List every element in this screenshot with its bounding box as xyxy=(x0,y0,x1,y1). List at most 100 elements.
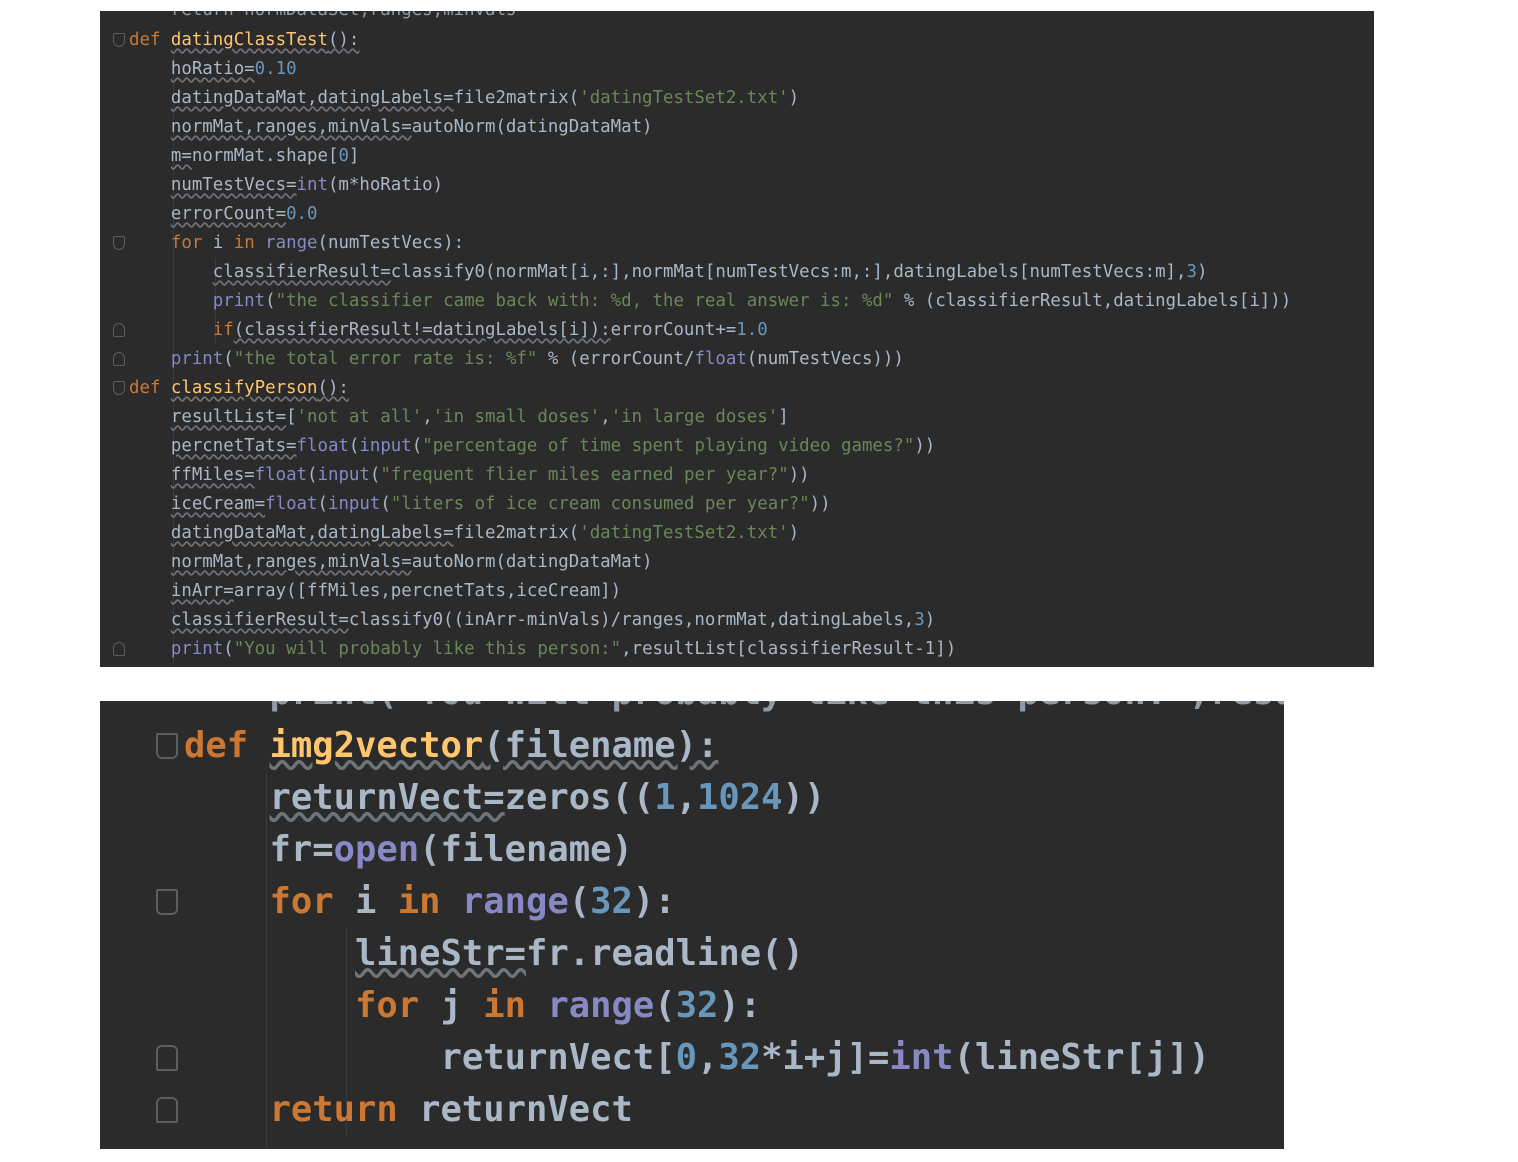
code-line[interactable]: print("You will probably like this perso… xyxy=(129,635,956,664)
code-token: ): xyxy=(718,985,762,1026)
code-line[interactable]: percnetTats=float(input("percentage of t… xyxy=(129,432,935,461)
code-token: (numTestVecs))) xyxy=(746,349,904,369)
code-line[interactable]: def img2vector(filename): xyxy=(184,720,718,772)
code-token: returnVect= xyxy=(269,777,505,818)
code-line[interactable]: errorCount=0.0 xyxy=(129,200,318,229)
code-token: lineStr= xyxy=(354,933,526,974)
code-line[interactable]: return returnVect xyxy=(184,1084,633,1136)
fold-close-icon[interactable] xyxy=(113,323,125,337)
code-token: (numTestVecs): xyxy=(317,233,465,253)
code-line[interactable]: if(classifierResult!=datingLabels[i]):er… xyxy=(129,316,768,345)
code-token: )) xyxy=(782,777,826,818)
code-line[interactable]: classifierResult=classify0(normMat[i,:],… xyxy=(129,258,1208,287)
code-token: classify0((inArr-minVals)/ranges,normMat… xyxy=(348,610,915,630)
fold-close-icon[interactable] xyxy=(156,1097,178,1123)
code-token: ] xyxy=(348,146,360,166)
fold-open-icon[interactable] xyxy=(156,733,178,759)
code-token: ,resultList[classifierResult-1]) xyxy=(621,639,957,659)
code-line[interactable]: for i in range(numTestVecs): xyxy=(129,229,464,258)
code-token: % (errorCount/ xyxy=(537,349,695,369)
code-token: classifyPerson xyxy=(170,378,318,398)
fold-close-icon[interactable] xyxy=(156,1045,178,1071)
fold-open-icon[interactable] xyxy=(113,381,125,395)
code-token: hoRatio= xyxy=(170,59,255,79)
code-token: ) xyxy=(924,610,936,630)
fold-open-icon[interactable] xyxy=(113,236,125,250)
code-line[interactable]: lineStr=fr.readline() xyxy=(184,928,804,980)
code-line[interactable]: returnVect[0,32*i+j]=int(lineStr[j]) xyxy=(184,1032,1209,1084)
code-line[interactable]: resultList=['not at all','in small doses… xyxy=(129,403,789,432)
code-token: "You will probably like this person:" xyxy=(233,639,622,659)
code-line[interactable]: returnVect=zeros((1,1024)) xyxy=(184,772,826,824)
code-line[interactable]: def classifyPerson(): xyxy=(129,374,349,403)
code-token: print xyxy=(170,349,224,369)
code-line[interactable]: for i in range(32): xyxy=(184,876,676,928)
code-token: (filename): xyxy=(483,725,719,766)
code-token: in xyxy=(397,881,462,922)
code-line[interactable]: iceCream=float(input("liters of ice crea… xyxy=(129,490,831,519)
code-editor-bottom[interactable]: print("You will probably like this perso… xyxy=(100,701,1284,1149)
code-token: (filename) xyxy=(419,829,633,870)
code-token: input xyxy=(327,494,381,514)
fold-open-icon[interactable] xyxy=(113,33,125,47)
fold-close-icon[interactable] xyxy=(113,642,125,656)
code-token: 3 xyxy=(1186,262,1197,282)
code-line[interactable]: classifierResult=classify0((inArr-minVal… xyxy=(129,606,935,635)
code-line[interactable]: print("the total error rate is: %f" % (e… xyxy=(129,345,904,374)
code-token: 3 xyxy=(914,610,925,630)
code-token: float xyxy=(296,436,349,456)
code-token: datingDataMat,datingLabels= xyxy=(170,523,454,543)
code-line[interactable]: def datingClassTest(): xyxy=(129,26,359,55)
code-token: for xyxy=(354,985,441,1026)
code-token: percnetTats= xyxy=(170,436,297,456)
code-editor-top[interactable]: return normDataSet,ranges,minVals def da… xyxy=(100,11,1374,667)
code-token: fr.readline() xyxy=(525,933,804,974)
code-line[interactable]: normMat,ranges,minVals=autoNorm(datingDa… xyxy=(129,548,653,577)
code-token: % (classifierResult,datingLabels[i])) xyxy=(893,291,1292,311)
code-line[interactable]: numTestVecs=int(m*hoRatio) xyxy=(129,171,443,200)
code-line[interactable]: inArr=array([ffMiles,percnetTats,iceCrea… xyxy=(129,577,621,606)
code-token: float xyxy=(694,349,747,369)
code-token: for xyxy=(269,881,355,922)
code-token: "frequent flier miles earned per year?" xyxy=(380,465,789,485)
code-line[interactable]: for j in range(32): xyxy=(184,980,761,1032)
fold-open-icon[interactable] xyxy=(156,889,178,915)
code-line[interactable]: ffMiles=float(input("frequent flier mile… xyxy=(129,461,810,490)
code-token: def xyxy=(184,725,270,766)
code-line[interactable]: print("the classifier came back with: %d… xyxy=(129,287,1291,316)
code-token: autoNorm(datingDataMat) xyxy=(411,117,653,137)
code-token: ( xyxy=(265,291,276,311)
code-line[interactable]: datingDataMat,datingLabels=file2matrix('… xyxy=(129,84,799,113)
code-token: i xyxy=(212,233,234,253)
code-token: array([ffMiles,percnetTats,iceCream]) xyxy=(233,581,622,601)
code-token: ( xyxy=(348,436,360,456)
code-line[interactable]: normMat,ranges,minVals=autoNorm(datingDa… xyxy=(129,113,653,142)
code-line[interactable]: fr=open(filename) xyxy=(184,824,633,876)
code-token: ) xyxy=(1196,262,1208,282)
code-token: ffMiles= xyxy=(170,465,255,485)
code-line[interactable]: hoRatio=0.10 xyxy=(129,55,297,84)
code-token: inArr= xyxy=(170,581,234,601)
code-token: 1.0 xyxy=(736,320,768,340)
code-token: def xyxy=(129,30,171,50)
code-token: int xyxy=(889,1037,954,1078)
code-line[interactable]: m=normMat.shape[0] xyxy=(129,142,360,171)
code-token: numTestVecs= xyxy=(170,175,297,195)
code-line[interactable]: datingDataMat,datingLabels=file2matrix('… xyxy=(129,519,799,548)
code-token: (): xyxy=(327,30,360,50)
code-token: in xyxy=(233,233,266,253)
code-token: (classifierResult!=datingLabels[i]): xyxy=(233,320,611,340)
code-token: fr= xyxy=(269,829,334,870)
fold-close-icon[interactable] xyxy=(113,352,125,366)
